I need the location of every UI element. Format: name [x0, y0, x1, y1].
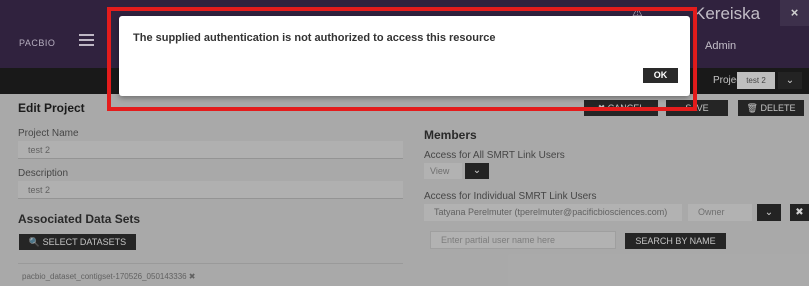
error-message: The supplied authentication is not autho…: [133, 32, 496, 44]
ok-button[interactable]: OK: [643, 68, 678, 83]
error-dialog: [119, 16, 690, 96]
